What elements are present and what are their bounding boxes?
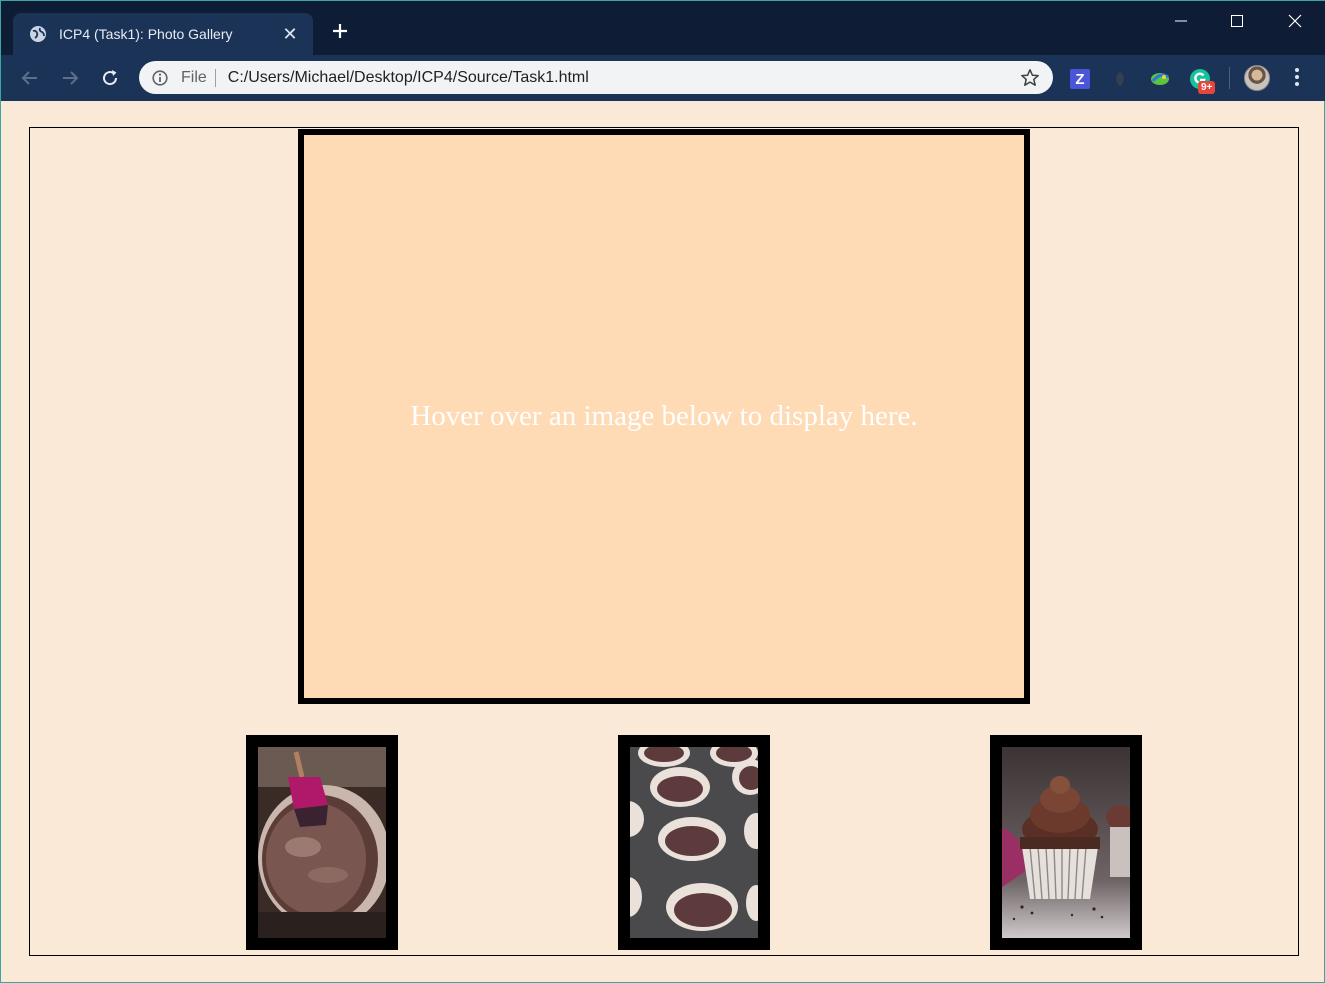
star-icon[interactable]: [1019, 67, 1041, 89]
window-close-icon[interactable]: [1272, 9, 1318, 33]
toolbar-divider: [1229, 67, 1230, 89]
address-bar[interactable]: File C:/Users/Michael/Desktop/ICP4/Sourc…: [139, 61, 1053, 94]
info-icon[interactable]: [151, 69, 169, 87]
close-icon[interactable]: ✕: [281, 25, 299, 43]
browser-window: ICP4 (Task1): Photo Gallery ✕ File C:/Us…: [0, 0, 1325, 983]
url-scheme: File: [181, 68, 207, 86]
globe-icon: [29, 25, 47, 43]
maximize-icon[interactable]: [1214, 9, 1260, 33]
z-extension-icon[interactable]: Z: [1068, 67, 1092, 91]
thumbnail-image[interactable]: [630, 747, 758, 938]
plus-icon[interactable]: [327, 21, 353, 45]
reload-icon[interactable]: [95, 63, 125, 93]
thumbnail-cupcake[interactable]: [990, 735, 1142, 950]
thumbnail-image[interactable]: [1002, 747, 1130, 938]
avatar[interactable]: [1244, 65, 1270, 91]
browser-tab[interactable]: ICP4 (Task1): Photo Gallery ✕: [13, 13, 313, 55]
image-display-area: Hover over an image below to display her…: [298, 129, 1030, 704]
tab-title: ICP4 (Task1): Photo Gallery: [59, 26, 233, 42]
extension-badge: 9+: [1198, 81, 1216, 94]
forward-arrow-icon[interactable]: [55, 63, 85, 93]
url-text[interactable]: C:/Users/Michael/Desktop/ICP4/Source/Tas…: [228, 69, 1019, 87]
menu-icon[interactable]: [1287, 65, 1307, 89]
chameleon-extension-icon[interactable]: [1148, 67, 1172, 91]
leaf-extension-icon[interactable]: [1108, 67, 1132, 91]
minimize-icon[interactable]: [1158, 9, 1204, 33]
display-placeholder-text: Hover over an image below to display her…: [410, 400, 918, 432]
thumbnail-muffin-tin[interactable]: [618, 735, 770, 950]
back-arrow-icon[interactable]: [15, 63, 45, 93]
thumbnail-image[interactable]: [258, 747, 386, 938]
thumbnail-batter-bowl[interactable]: [246, 735, 398, 950]
url-separator: [214, 68, 216, 87]
title-bar: ICP4 (Task1): Photo Gallery ✕: [1, 1, 1325, 55]
browser-toolbar: File C:/Users/Michael/Desktop/ICP4/Sourc…: [1, 55, 1325, 101]
